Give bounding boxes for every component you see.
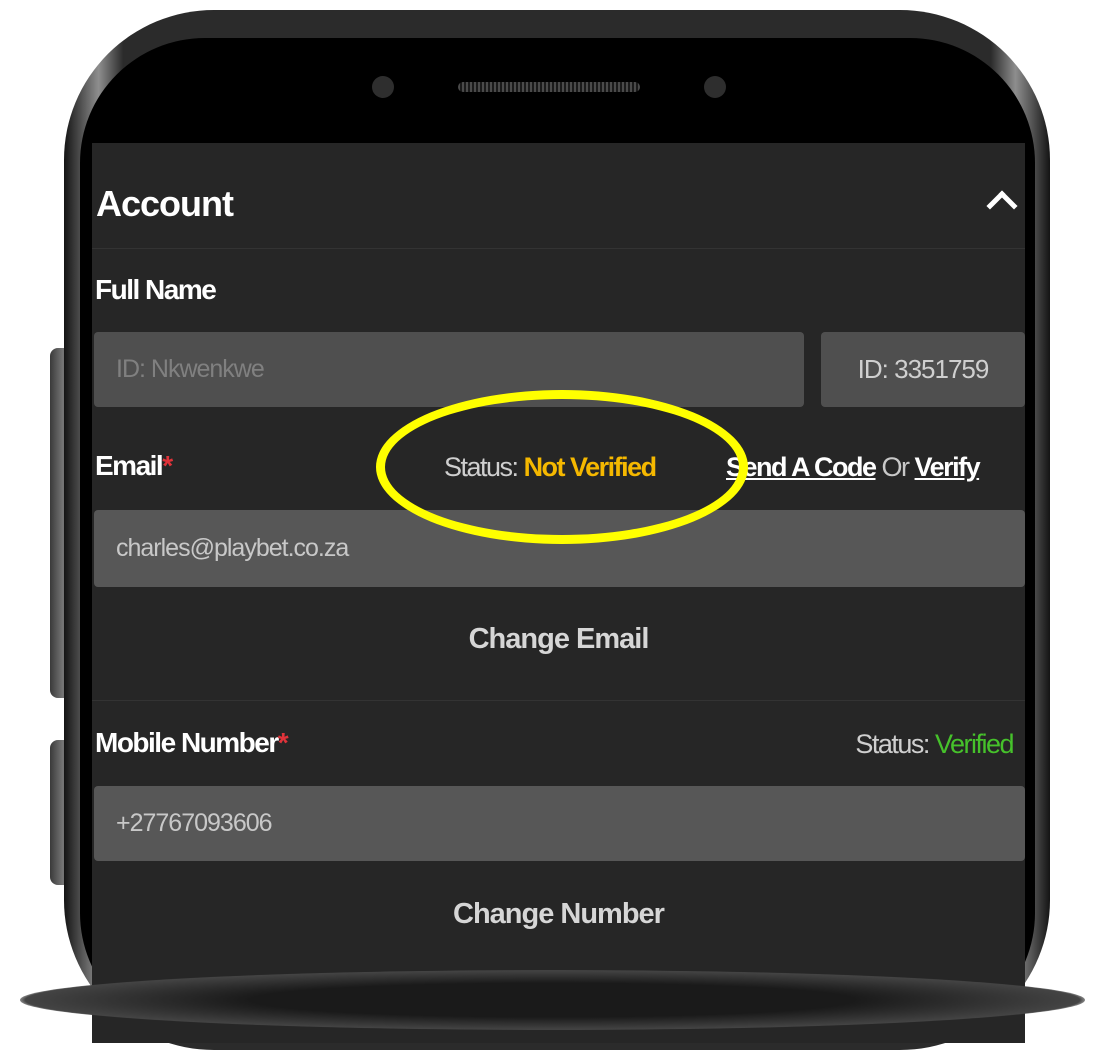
change-number-button[interactable]: Change Number (92, 898, 1025, 931)
verify-link[interactable]: Verify (915, 452, 981, 482)
mobile-status-prefix: Status: (855, 729, 930, 759)
user-id-field: ID: 3351759 (821, 332, 1025, 407)
speaker-grille (458, 82, 640, 92)
required-marker: * (162, 450, 173, 481)
phone-notch (333, 38, 768, 120)
phone-shadow (20, 970, 1085, 1030)
email-input[interactable] (94, 510, 1025, 587)
chevron-up-icon[interactable] (986, 190, 1018, 222)
account-screen: Account Full Name ID: 3351759 Email* Sta… (92, 143, 1025, 1043)
mobile-status-value: Verified (934, 729, 1015, 759)
required-marker: * (277, 727, 289, 758)
mobile-label: Mobile Number* (95, 727, 289, 759)
mobile-label-text: Mobile Number (95, 727, 279, 758)
change-email-button[interactable]: Change Email (92, 623, 1025, 656)
full-name-input[interactable] (94, 332, 804, 407)
email-label-text: Email (95, 450, 164, 481)
send-code-link[interactable]: Send A Code (726, 452, 877, 482)
email-status-prefix: Status: (444, 452, 519, 482)
full-name-label: Full Name (95, 274, 217, 305)
divider (92, 700, 1025, 701)
or-text: Or (881, 452, 911, 482)
divider (92, 248, 1025, 249)
email-actions: Send A Code Or Verify (726, 452, 981, 483)
email-status: Status: Not Verified (444, 452, 658, 483)
sensor-icon (704, 76, 726, 98)
mobile-input[interactable] (94, 786, 1025, 861)
email-status-value: Not Verified (523, 452, 658, 482)
mobile-status: Status: Verified (855, 729, 1015, 760)
email-label: Email* (95, 450, 173, 482)
camera-icon (372, 76, 394, 98)
section-title: Account (96, 183, 234, 224)
